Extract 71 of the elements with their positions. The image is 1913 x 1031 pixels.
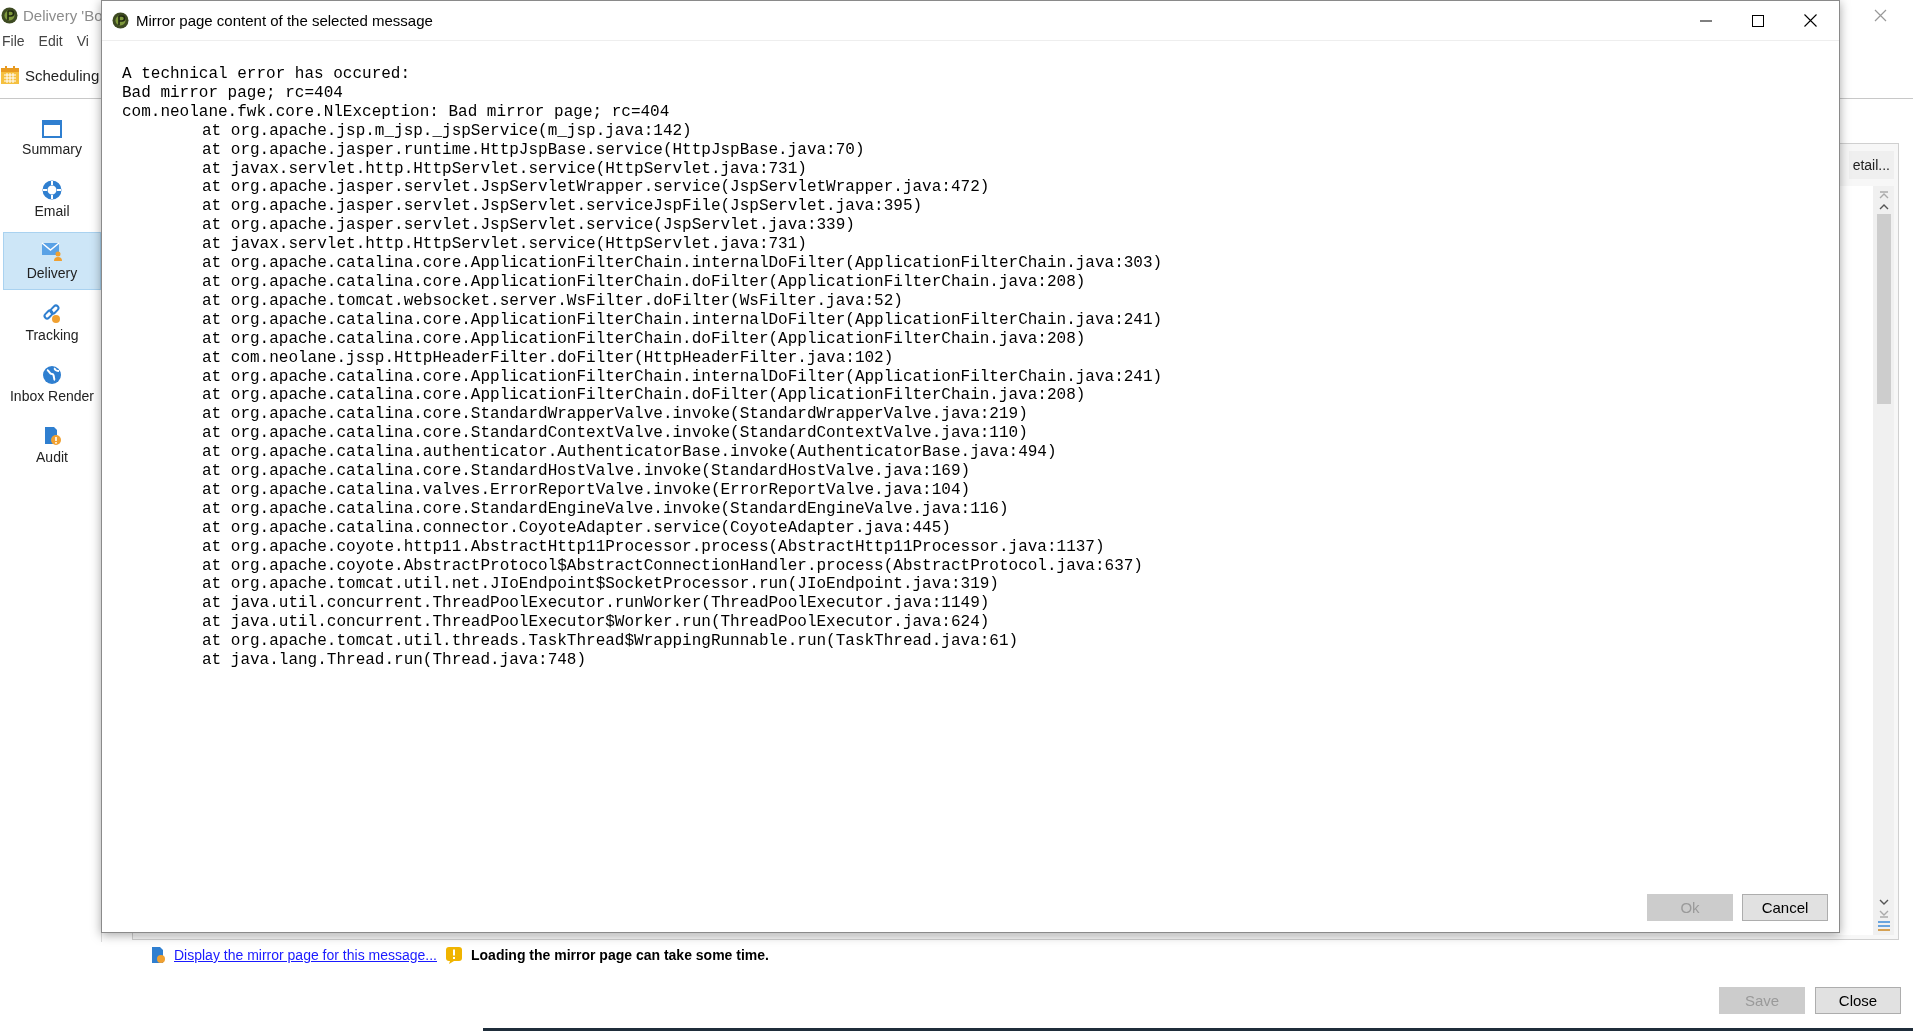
stack-trace-line: at java.lang.Thread.run(Thread.java:748) bbox=[202, 651, 587, 670]
stack-trace-line: at org.apache.tomcat.util.net.JIoEndpoint$SocketProcessor.run(JIoEndpoint.java:319) bbox=[202, 575, 999, 595]
warning-icon bbox=[445, 946, 463, 964]
scroll-down-icon[interactable] bbox=[1878, 897, 1889, 907]
document-icon bbox=[150, 946, 166, 964]
stack-trace-line: at org.apache.coyote.http11.AbstractHttp11Processor.process(AbstractHttp11Processor.java:1137) bbox=[202, 537, 1105, 557]
sidebar-item[interactable]: Email bbox=[3, 171, 101, 227]
stack-trace-line: at org.apache.jasper.servlet.JspServlet.service(JspServlet.java:339) bbox=[202, 216, 855, 236]
sidebar-item[interactable]: Audit bbox=[3, 417, 101, 473]
detail-button[interactable]: etail... bbox=[1848, 151, 1894, 179]
sidebar-item[interactable]: Summary bbox=[3, 110, 101, 166]
menu-item[interactable]: Vi bbox=[76, 33, 89, 49]
stack-trace-line: at javax.servlet.http.HttpServlet.service(HttpServlet.java:731) bbox=[202, 235, 807, 255]
menu-item[interactable]: Edit bbox=[38, 33, 63, 49]
stack-trace-line: at org.apache.coyote.AbstractProtocol$AbstractConnectionHandler.process(AbstractProtocol.java:637) bbox=[202, 556, 1143, 576]
stack-trace-line: at org.apache.catalina.core.ApplicationFilterChain.internalDoFilter(ApplicationFilterChain.java:241) bbox=[202, 367, 1163, 387]
stack-trace-line: at org.apache.catalina.valves.ErrorReportValve.invoke(ErrorReportValve.java:104) bbox=[202, 480, 971, 500]
stack-trace-line: at org.apache.jsp.m_jsp._jspService(m_jsp.java:142) bbox=[202, 121, 692, 141]
sidebar-label: Audit bbox=[36, 448, 68, 465]
dialog-button[interactable]: Close bbox=[1815, 987, 1901, 1014]
stack-trace-line: at org.apache.catalina.connector.CoyoteAdapter.service(CoyoteAdapter.java:445) bbox=[202, 518, 951, 538]
mirror-page-link[interactable]: Display the mirror page for this message... bbox=[174, 947, 437, 963]
close-icon[interactable] bbox=[1804, 14, 1817, 27]
stack-trace-line: at org.apache.catalina.core.ApplicationFilterChain.doFilter(ApplicationFilterChain.java:208) bbox=[202, 329, 1086, 349]
app-icon bbox=[1, 6, 18, 24]
sidebar-item[interactable]: Delivery bbox=[3, 232, 101, 290]
stack-trace-line: at org.apache.catalina.core.StandardContextValve.invoke(StandardContextValve.java:110) bbox=[202, 424, 1028, 444]
sidebar-item[interactable]: Inbox Render bbox=[3, 356, 101, 412]
warning-text: Loading the mirror page can take some time. bbox=[471, 947, 769, 963]
globe-icon bbox=[42, 364, 62, 385]
sidebar-label: Inbox Render bbox=[9, 387, 95, 404]
document-icon bbox=[42, 425, 62, 446]
chain-link-icon bbox=[42, 303, 62, 324]
sidebar-label: Tracking bbox=[25, 326, 79, 343]
stack-trace-line: at org.apache.catalina.authenticator.AuthenticatorBase.invoke(AuthenticatorBase.java:494) bbox=[202, 443, 1057, 463]
scrollbar-thumb[interactable] bbox=[1876, 214, 1891, 404]
stack-trace-line: at org.apache.catalina.core.ApplicationFilterChain.internalDoFilter(ApplicationFilterChain.java:303) bbox=[202, 254, 1163, 273]
lifebuoy-icon bbox=[42, 179, 62, 200]
envelope-icon bbox=[41, 241, 63, 262]
stack-trace-line: at org.apache.catalina.core.StandardEngineValve.invoke(StandardEngineValve.java:116) bbox=[202, 499, 1009, 519]
stack-trace-line: at org.apache.catalina.core.ApplicationFilterChain.internalDoFilter(ApplicationFilterChain.java:241) bbox=[202, 310, 1163, 330]
stack-trace-line: at org.apache.jasper.servlet.JspServlet.serviceJspFile(JspServlet.java:395) bbox=[202, 197, 923, 217]
error-message-line: com.neolane.fwk.core.NlException: Bad mirror page; rc=404 bbox=[122, 102, 670, 122]
menu-item[interactable]: File bbox=[2, 33, 25, 49]
stack-trace-line: at org.apache.catalina.core.ApplicationFilterChain.doFilter(ApplicationFilterChain.java:208) bbox=[202, 386, 1086, 406]
stack-trace-line: at javax.servlet.http.HttpServlet.service(HttpServlet.java:731) bbox=[202, 159, 807, 179]
sidebar-label: Summary bbox=[22, 140, 82, 157]
sidebar-label: Delivery bbox=[26, 264, 78, 281]
scroll-up-icon[interactable] bbox=[1878, 202, 1889, 212]
toolbar-tab[interactable]: Scheduling bbox=[25, 66, 100, 84]
dialog-title: Mirror page content of the selected message bbox=[136, 12, 433, 29]
stack-trace-line: at org.apache.tomcat.websocket.server.WsFilter.doFilter(WsFilter.java:52) bbox=[202, 291, 903, 311]
window-icon bbox=[42, 119, 62, 138]
sidebar-label: Email bbox=[34, 202, 70, 219]
error-message-line: Bad mirror page; rc=404 bbox=[122, 83, 343, 103]
stack-trace-line: at org.apache.catalina.core.StandardWrapperValve.invoke(StandardWrapperValve.java:219) bbox=[202, 405, 1028, 425]
vertical-scrollbar[interactable] bbox=[1873, 186, 1894, 935]
stacked-lines-icon[interactable] bbox=[1877, 921, 1890, 931]
stack-trace-line: at org.apache.jasper.runtime.HttpJspBase.service(HttpJspBase.java:70) bbox=[202, 140, 865, 160]
error-message-line: A technical error has occured: bbox=[122, 65, 411, 84]
stack-trace-line: at org.apache.catalina.core.ApplicationFilterChain.doFilter(ApplicationFilterChain.java:208) bbox=[202, 272, 1086, 292]
stack-trace-line: at com.neolane.jssp.HttpHeaderFilter.doFilter(HttpHeaderFilter.java:102) bbox=[202, 348, 894, 368]
stack-trace-line: at org.apache.catalina.core.StandardHostValve.invoke(StandardHostValve.java:169) bbox=[202, 462, 971, 481]
stack-trace-line: at java.util.concurrent.ThreadPoolExecutor.runWorker(ThreadPoolExecutor.java:1149) bbox=[202, 594, 990, 614]
stack-trace-line: at org.apache.jasper.servlet.JspServletWrapper.service(JspServletWrapper.java:472) bbox=[202, 178, 990, 198]
sidebar-item[interactable]: Tracking bbox=[3, 295, 101, 351]
app-icon bbox=[112, 12, 129, 29]
stack-trace-line: at java.util.concurrent.ThreadPoolExecutor$Worker.run(ThreadPoolExecutor.java:624) bbox=[202, 613, 990, 633]
dialog-button[interactable]: Cancel bbox=[1742, 894, 1828, 921]
stack-trace-line: at org.apache.tomcat.util.threads.TaskThread$WrappingRunnable.run(TaskThread.java:61) bbox=[202, 632, 1019, 652]
maximize-icon[interactable] bbox=[1752, 14, 1764, 27]
